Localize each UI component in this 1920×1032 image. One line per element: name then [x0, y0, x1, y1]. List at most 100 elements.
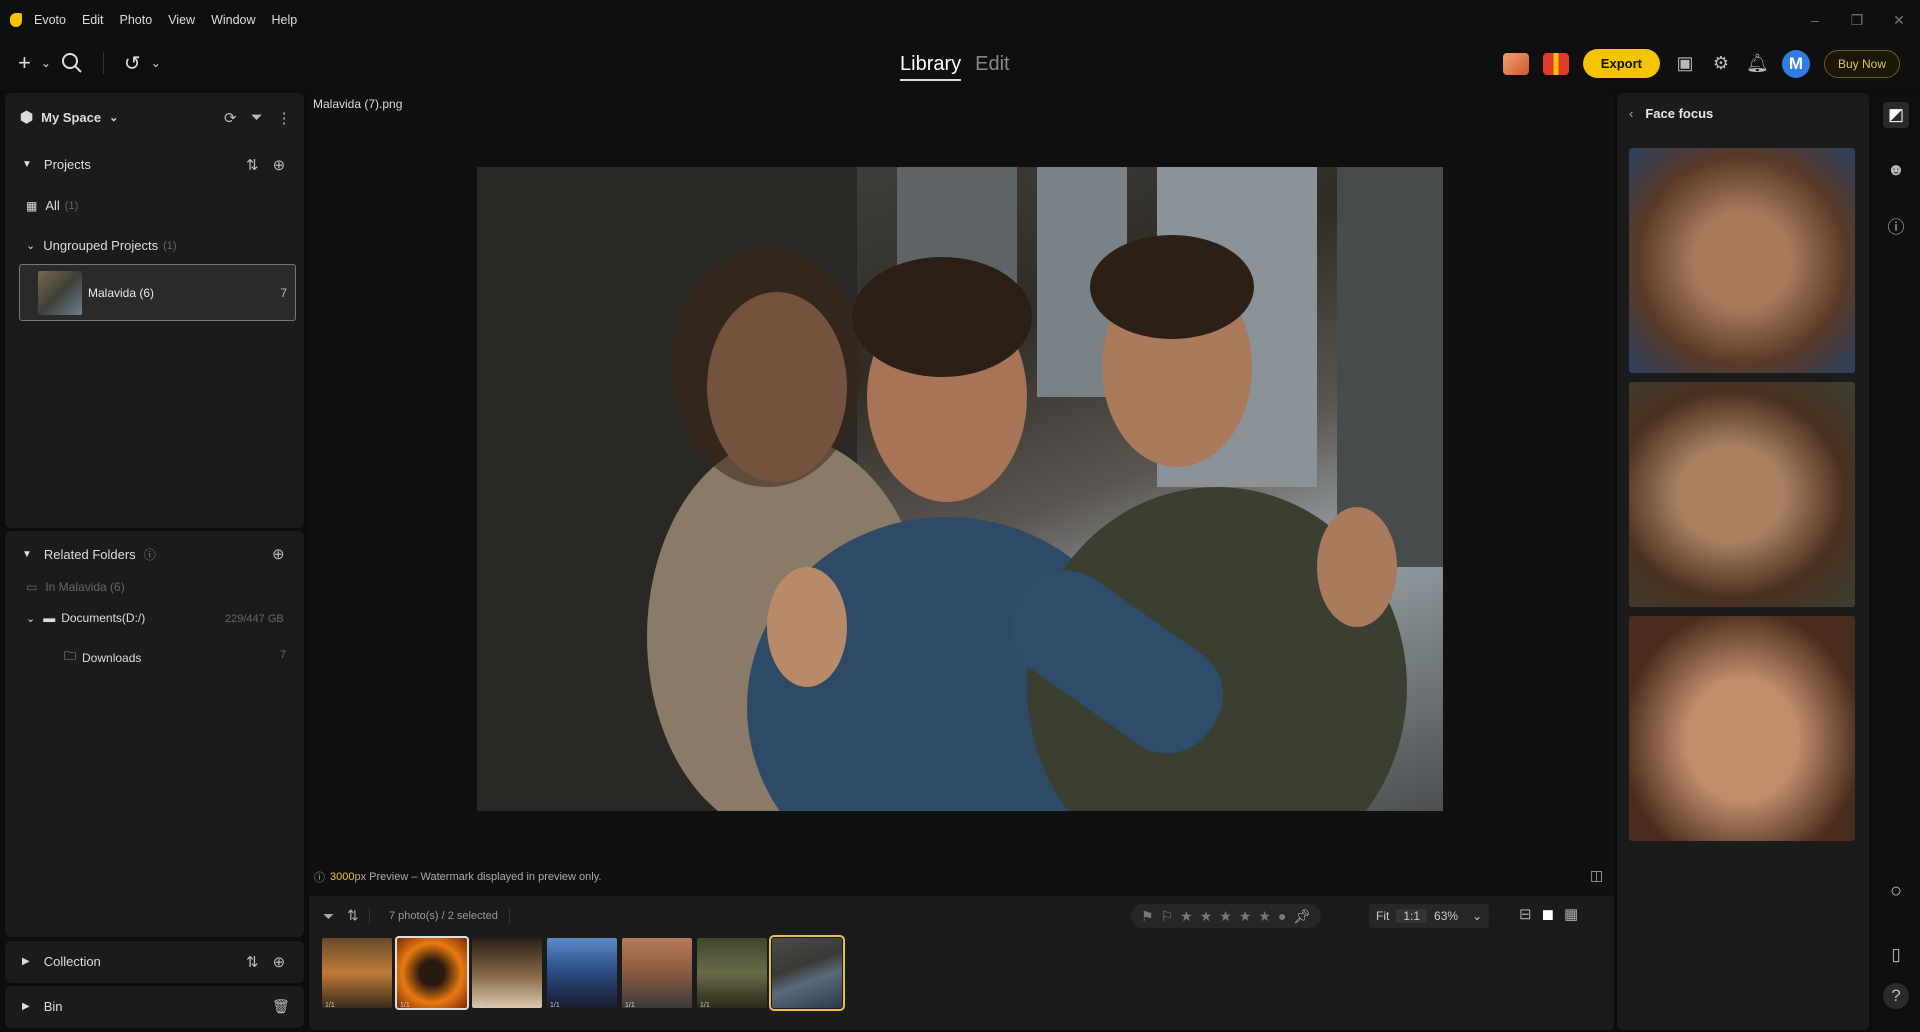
- downloads-count: 7: [280, 649, 287, 661]
- add-icon[interactable]: +: [18, 50, 31, 76]
- book-icon[interactable]: ▯: [1883, 942, 1909, 968]
- search-icon[interactable]: [61, 52, 83, 74]
- task-icon[interactable]: ⚙: [1710, 53, 1732, 74]
- menu-photo[interactable]: Photo: [120, 13, 153, 27]
- compare-view-icon[interactable]: ⊟: [1519, 905, 1532, 923]
- sort-icon[interactable]: ⇅: [347, 907, 359, 924]
- drive-label: Documents(D:/): [61, 611, 146, 625]
- tab-library[interactable]: Library: [900, 53, 962, 81]
- filter-icon[interactable]: ⏷: [251, 109, 263, 127]
- circle-icon[interactable]: ○: [1883, 878, 1909, 904]
- preview-text: px Preview – Watermark displayed in prev…: [354, 871, 602, 883]
- refresh-icon[interactable]: ⟳: [224, 109, 237, 127]
- help-icon[interactable]: ⓘ: [144, 546, 156, 563]
- tab-edit[interactable]: Edit: [975, 53, 1009, 81]
- back-chevron-icon[interactable]: ‹: [1629, 106, 1633, 121]
- menu-evoto[interactable]: Evoto: [34, 13, 66, 27]
- close-icon[interactable]: ✕: [1878, 12, 1920, 29]
- thumbnail-2[interactable]: 1/1: [395, 936, 469, 1010]
- thumbnail-3[interactable]: 1/1: [472, 938, 542, 1009]
- add-collection-icon[interactable]: ⊕: [273, 953, 286, 971]
- star-icon[interactable]: ★: [1258, 908, 1271, 925]
- more-icon[interactable]: ⋮: [277, 109, 292, 127]
- zoom-value[interactable]: 63%: [1427, 909, 1465, 923]
- menu-view[interactable]: View: [168, 13, 195, 27]
- pin-icon[interactable]: 📌︎: [1293, 908, 1311, 925]
- notification-bell-icon[interactable]: 🔔︎: [1746, 53, 1769, 74]
- menu-bar: Evoto Edit Photo View Window Help: [0, 0, 313, 40]
- buy-now-button[interactable]: Buy Now: [1823, 49, 1900, 78]
- sort-icon[interactable]: ⇅: [246, 953, 259, 971]
- single-view-icon[interactable]: ◼: [1542, 905, 1554, 923]
- one-to-one-button[interactable]: 1:1: [1396, 909, 1428, 923]
- info-icon: ⓘ: [314, 872, 325, 884]
- trash-icon[interactable]: 🗑︎: [272, 998, 290, 1015]
- star-icon[interactable]: ★: [1200, 908, 1213, 925]
- promo-gift-icon[interactable]: [1502, 52, 1529, 75]
- preview-note: ⓘ 3000px Preview – Watermark displayed i…: [314, 869, 601, 885]
- project-card-malavida[interactable]: Malavida (6) 7: [19, 264, 296, 321]
- title-bar: Evoto Edit Photo View Window Help – ❐ ✕: [0, 0, 1920, 40]
- menu-window[interactable]: Window: [211, 13, 255, 27]
- reject-flag-icon[interactable]: ⚐: [1161, 908, 1174, 925]
- compare-icon[interactable]: ◫: [1590, 867, 1603, 884]
- undo-icon[interactable]: ↺: [124, 51, 141, 76]
- star-icon[interactable]: ★: [1180, 908, 1193, 925]
- chevron-down-icon[interactable]: ⌄: [41, 56, 51, 70]
- star-icon[interactable]: ★: [1219, 908, 1232, 925]
- grid-view-icon[interactable]: ▦: [1564, 905, 1578, 923]
- gift-box-icon[interactable]: [1542, 52, 1569, 75]
- photo-count: 7 photo(s) / 2 selected: [389, 910, 498, 922]
- image-info-icon[interactable]: ◩: [1883, 102, 1909, 128]
- face-focus-header: ‹ Face focus: [1629, 106, 1713, 121]
- add-folder-icon[interactable]: ⊕: [272, 545, 285, 563]
- face-focus-title: Face focus: [1645, 106, 1714, 121]
- flag-icon[interactable]: ⚑: [1141, 908, 1154, 925]
- star-icon[interactable]: ★: [1239, 908, 1252, 925]
- color-label-icon[interactable]: ●: [1278, 908, 1286, 924]
- chevron-down-icon[interactable]: ⌄: [1465, 909, 1489, 923]
- bin-header[interactable]: ▶ Bin: [22, 999, 63, 1014]
- menu-help[interactable]: Help: [272, 13, 298, 27]
- thumbnail-7-current[interactable]: [769, 935, 845, 1011]
- fit-button[interactable]: Fit: [1369, 909, 1396, 923]
- space-selector[interactable]: ⬢ My Space ⌄: [20, 108, 118, 126]
- all-count: (1): [64, 199, 79, 212]
- user-avatar[interactable]: M: [1781, 49, 1810, 78]
- mode-tabs: Library Edit: [900, 53, 1010, 81]
- collection-header[interactable]: ▶ Collection: [22, 954, 101, 969]
- project-name: Malavida (6): [88, 286, 155, 300]
- sidebar-item-all[interactable]: ▦ All (1): [26, 198, 78, 213]
- thumbnail-badge: 1/1: [325, 1002, 335, 1009]
- face-crop-1[interactable]: [1629, 148, 1855, 373]
- export-button[interactable]: Export: [1582, 49, 1660, 78]
- grid-icon: ▦: [26, 198, 38, 213]
- main-photo[interactable]: [477, 167, 1443, 811]
- toolbar-divider: [102, 52, 104, 74]
- present-icon[interactable]: ▣: [1674, 53, 1696, 74]
- info-icon[interactable]: ⓘ: [1883, 212, 1909, 238]
- help-icon[interactable]: ?: [1883, 983, 1909, 1009]
- add-project-icon[interactable]: ⊕: [273, 156, 286, 174]
- undo-history-chevron-icon[interactable]: ⌄: [151, 56, 161, 70]
- related-folders-header[interactable]: ▼ Related Folders ⓘ: [22, 546, 156, 563]
- thumbnail-badge: 1/1: [550, 1002, 560, 1009]
- face-crop-2[interactable]: [1629, 382, 1855, 607]
- ungrouped-projects-header[interactable]: ⌄ Ungrouped Projects (1): [26, 238, 177, 253]
- caret-down-icon: ▼: [22, 159, 32, 170]
- folder-link-icon: ▭: [26, 580, 38, 594]
- drive-item[interactable]: ⌄ ▬ Documents(D:/): [26, 611, 145, 625]
- thumbnail-1[interactable]: 1/1: [322, 938, 392, 1009]
- face-crop-3[interactable]: [1629, 616, 1855, 841]
- restore-icon[interactable]: ❐: [1836, 12, 1878, 29]
- filter-icon[interactable]: ⏷: [323, 908, 334, 925]
- thumbnail-4[interactable]: 1/1: [547, 938, 617, 1009]
- sort-icon[interactable]: ⇅: [246, 156, 259, 174]
- thumbnail-6[interactable]: 1/1: [697, 938, 767, 1009]
- minimize-icon[interactable]: –: [1794, 12, 1836, 28]
- face-icon[interactable]: ☻: [1883, 157, 1909, 183]
- thumbnail-5[interactable]: 1/1: [622, 938, 692, 1009]
- folder-item-downloads[interactable]: 🗀︎ Downloads: [64, 647, 141, 668]
- menu-edit[interactable]: Edit: [82, 13, 104, 27]
- projects-header[interactable]: ▼ Projects: [22, 157, 91, 172]
